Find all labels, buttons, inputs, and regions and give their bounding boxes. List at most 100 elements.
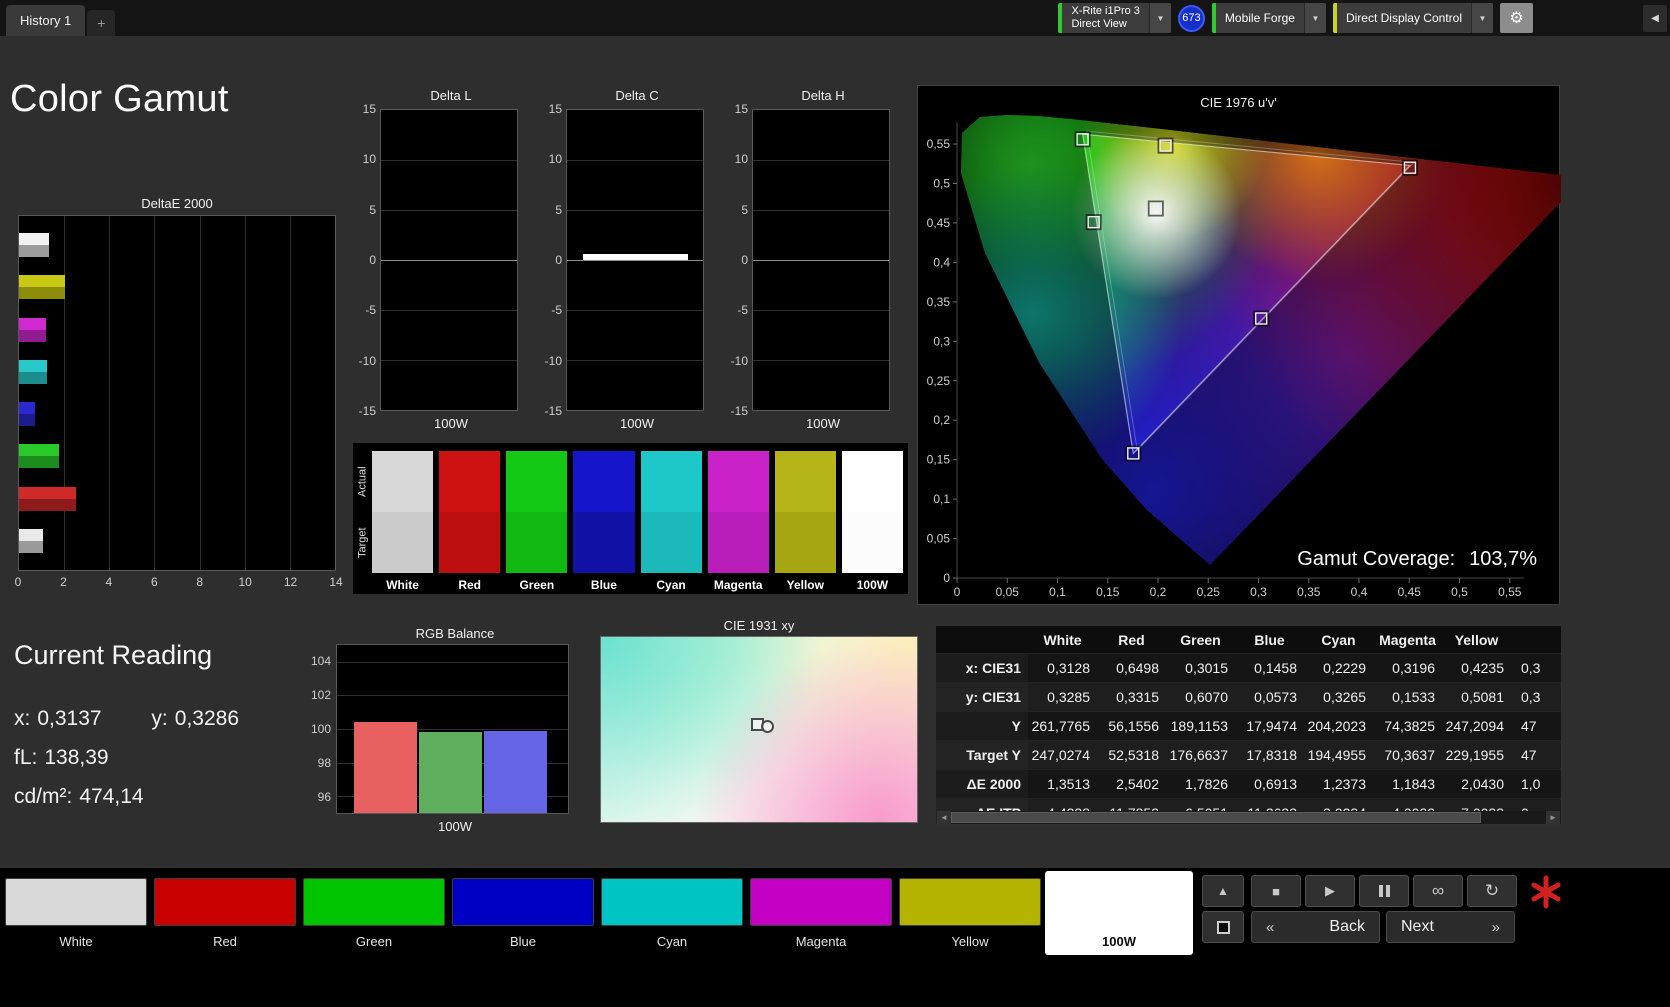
patch-button-cyan[interactable]: Cyan [598,875,746,955]
table-cell: 0,3315 [1097,683,1166,712]
swatch-label: Red [458,578,482,592]
next-label: Next [1401,918,1434,935]
rgb-bar-blue [484,730,547,813]
deltae-bar-green [19,444,60,469]
patch-button-magenta[interactable]: Magenta [747,875,895,955]
meter-dropdown[interactable]: X-Rite i1Pro 3 Direct View ▼ [1058,3,1171,33]
patch-label: 100W [1102,934,1136,949]
white-point-marker [751,718,775,734]
pause-button[interactable] [1359,875,1409,907]
swatch-row-labels: Actual Target [356,451,369,573]
y-tick-label: 102 [310,688,331,702]
settings-button[interactable]: ⚙ [1500,3,1533,33]
swatch-100w: 100W [841,451,903,594]
patch-button-100w[interactable]: 100W [1045,871,1193,955]
scroll-left-arrow[interactable]: ◄ [937,811,951,824]
swatch-axis-label: Actual [356,466,369,497]
patch-button-green[interactable]: Green [300,875,448,955]
chevron-down-icon[interactable]: ▼ [1303,3,1326,33]
y-tick-label: -5 [737,303,748,318]
table-row-label: ΔE 2000 [936,770,1028,799]
swatch-white: White [372,451,434,594]
table-cell: 0,1458 [1235,654,1304,683]
play-button[interactable]: ▶ [1305,875,1355,907]
gridline [753,360,889,361]
deltae-bar-red [19,486,77,511]
gridline [381,360,517,361]
continuous-read-button[interactable]: ∞ [1413,875,1463,907]
y-tick-label: -15 [544,404,562,418]
swatch-actual [841,451,903,512]
patch-button-white[interactable]: White [2,875,150,955]
next-button[interactable]: Next » [1386,911,1515,943]
chevron-down-icon[interactable]: ▼ [1148,3,1171,33]
patch-color [5,878,147,926]
y-tick-label: -10 [358,353,376,368]
patch-button-blue[interactable]: Blue [449,875,597,955]
cie-y-tick-label: 0,45 [927,216,951,230]
deltae-bar-yellow [19,275,66,300]
x-axis-label: 100W [806,416,840,431]
delta-charts: Delta L 15 10 5 0 -5 -10 -15 100W Delta C 15 10 5 0 -5… [352,88,892,431]
gamut-coverage-value: 103,7% [1469,548,1537,570]
table-cell: 52,5318 [1097,741,1166,770]
table-row-label: Target Y [936,741,1028,770]
patch-color [154,878,296,926]
cie-x-tick-label: 0,4 [1351,585,1368,599]
scrollbar-track[interactable] [951,811,1546,824]
source-dropdown[interactable]: Mobile Forge ▼ [1211,3,1326,33]
scroll-up-button[interactable]: ▲ [1202,875,1244,907]
scrollbar-thumb[interactable] [951,812,1481,823]
table-header-green: Green [1166,626,1235,654]
collapse-panel-button[interactable]: ◀ [1643,5,1667,32]
x-axis-label: 100W [438,819,472,834]
add-tab-button[interactable]: + [87,10,116,36]
table-cell: 0,6498 [1097,654,1166,683]
chevron-down-icon[interactable]: ▼ [1471,3,1493,33]
gridline [199,216,201,570]
table-row-label: x: CIE31 [936,654,1028,683]
cie-y-tick-label: 0,1 [933,492,950,506]
stop-button[interactable]: ■ [1251,875,1301,907]
table-cell: 17,9474 [1235,712,1304,741]
back-button[interactable]: « Back [1251,911,1380,943]
table-cell: 1,1843 [1373,770,1442,799]
table-scrollbar[interactable]: ◄ ► [937,811,1560,824]
gridline [154,216,156,570]
tab-history-1[interactable]: History 1 [6,5,86,36]
patch-button-red[interactable]: Red [151,875,299,955]
gridline [753,310,889,311]
y-tick-label: 15 [362,102,376,116]
table-header-magenta: Magenta [1373,626,1442,654]
delta-chart-delta-c: Delta C 15 10 5 0 -5 -10 -15 100W [538,88,706,431]
deltae-bar-white [19,233,50,258]
reading-cdm2: cd/m²: 474,14 [14,785,144,808]
gridline [381,310,517,311]
topbar-controls: X-Rite i1Pro 3 Direct View ▼ 673 Mobile … [1058,3,1533,33]
deltae-bar-100w [19,528,43,553]
patch-label: Cyan [656,934,688,949]
table-cell: 0,1533 [1373,683,1442,712]
cie-y-tick-label: 0,15 [927,453,951,467]
swatch-label: Green [519,578,555,592]
delta-chart-plot [752,109,890,411]
cie-x-tick-label: 0,05 [996,585,1020,599]
deltae-bar-row [19,486,335,511]
pattern-window-button[interactable] [1202,911,1244,943]
deltae2000-plot [18,215,336,571]
swatch-blue: Blue [573,451,635,594]
cie-x-tick-label: 0,35 [1297,585,1321,599]
table-cell: 2,0430 [1442,770,1511,799]
display-control-dropdown[interactable]: Direct Display Control ▼ [1332,3,1493,33]
loop-button[interactable]: ↻ [1467,875,1517,907]
color-checker-strip: Actual Target White Red Green Blue Cyan Magent… [353,443,908,594]
y-tick-label: -10 [730,353,748,368]
table-row-label: y: CIE31 [936,683,1028,712]
patch-button-yellow[interactable]: Yellow [896,875,1044,955]
table-cell: 17,8318 [1235,741,1304,770]
scroll-right-arrow[interactable]: ► [1546,811,1560,824]
swatch-actual [707,451,769,512]
cie-y-tick-label: 0,3 [933,334,950,348]
swatch-actual [640,451,702,512]
gamut-coverage-label: Gamut Coverage: [1297,548,1456,570]
